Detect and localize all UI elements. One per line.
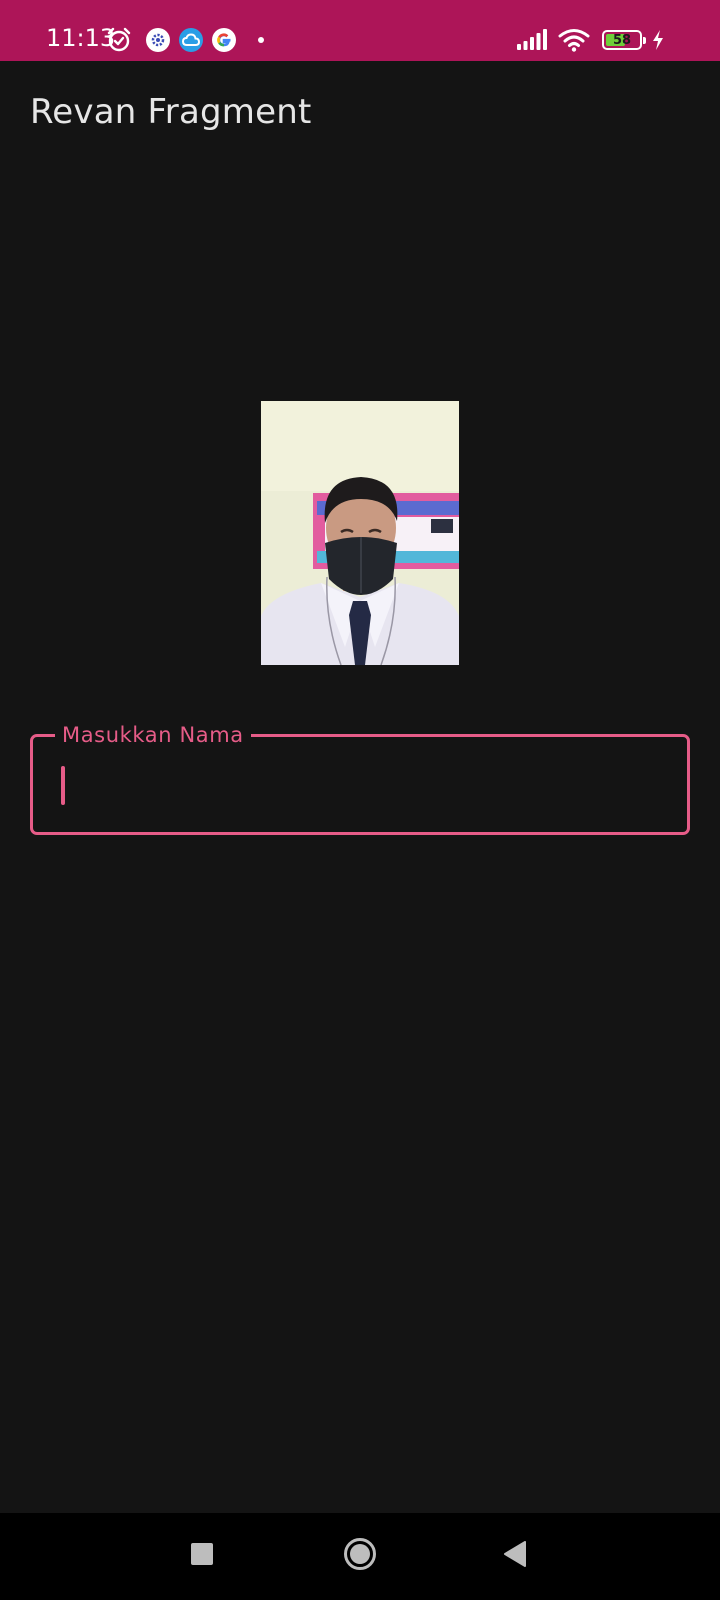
recents-button[interactable] [162, 1513, 242, 1600]
notification-icons [106, 24, 264, 56]
recents-icon [190, 1542, 214, 1571]
google-icon [212, 28, 236, 52]
navigation-bar [0, 1513, 720, 1600]
settings-notification-icon [146, 28, 170, 52]
home-icon [343, 1537, 377, 1576]
name-input[interactable] [55, 761, 667, 805]
text-cursor [61, 766, 65, 805]
status-bar: 11:13 58 [0, 0, 720, 61]
cloud-notification-icon [179, 28, 203, 52]
home-button[interactable] [320, 1513, 400, 1600]
system-icons: 58 [506, 24, 664, 56]
more-notifications-dot-icon [258, 37, 264, 43]
wifi-icon [558, 28, 590, 52]
status-time: 11:13 [46, 24, 116, 52]
profile-photo [261, 401, 459, 665]
name-field-label: Masukkan Nama [55, 722, 251, 748]
name-field[interactable]: Masukkan Nama [30, 722, 690, 835]
back-icon [503, 1541, 527, 1572]
signal-icon [516, 29, 548, 51]
alarm-icon [106, 27, 132, 53]
back-button[interactable] [475, 1513, 555, 1600]
battery-icon: 58 [602, 30, 646, 50]
page-title: Revan Fragment [30, 92, 312, 132]
battery-percentage: 58 [612, 32, 632, 48]
charging-icon [652, 30, 664, 50]
